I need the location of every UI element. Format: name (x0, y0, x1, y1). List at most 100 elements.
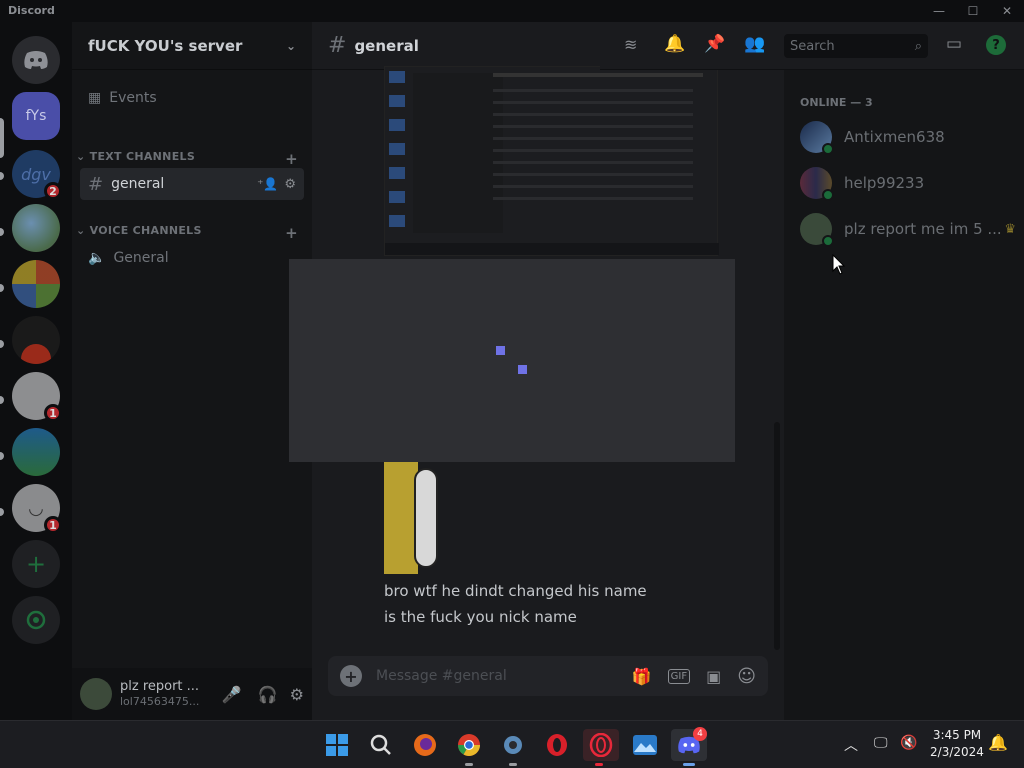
member-item[interactable]: Antixmen638 (800, 116, 1016, 158)
member-item[interactable]: help99233 (800, 162, 1016, 204)
unread-pill (0, 396, 4, 404)
add-server-button[interactable]: + (12, 540, 60, 588)
username: lol74563475... (120, 695, 200, 708)
members-icon[interactable]: 👥 (744, 34, 765, 54)
opera-icon (547, 734, 567, 756)
windows-icon (326, 734, 348, 756)
category-label: VOICE CHANNELS (89, 224, 202, 237)
help-icon[interactable]: ? (986, 35, 1006, 55)
photos-app[interactable] (629, 729, 661, 761)
avatar (800, 167, 834, 201)
member-name: Antixmen638 (844, 128, 945, 146)
server-icon-3[interactable] (12, 204, 60, 252)
user-panel: plz report ... lol74563475... 🎤 🎧 ⚙ (72, 668, 312, 720)
avatar[interactable] (80, 678, 112, 710)
avatar (800, 121, 834, 155)
firefox-app[interactable] (409, 729, 441, 761)
unread-pill (0, 228, 4, 236)
member-name: plz report me im 5 ... (844, 220, 1002, 238)
sticker-icon[interactable]: ▣ (706, 667, 721, 686)
running-indicator (595, 763, 603, 766)
server-header[interactable]: fUCK YOU's server ⌄ (72, 22, 312, 70)
chevron-up-icon[interactable]: ︿ (844, 735, 858, 755)
chevron-icon: ⌄ (76, 224, 90, 237)
headphones-icon[interactable]: 🎧 (258, 685, 278, 704)
gear-icon[interactable]: ⚙ (284, 177, 296, 192)
running-indicator (509, 763, 517, 766)
pin-icon[interactable]: 📌 (704, 34, 725, 54)
server-icon-4[interactable] (12, 260, 60, 308)
member-list: ONLINE — 3 Antixmen638 help99233 plz rep… (784, 70, 1024, 720)
message-image[interactable] (384, 66, 719, 256)
start-button[interactable] (321, 729, 353, 761)
member-name: help99233 (844, 174, 925, 192)
threads-icon[interactable]: ≋ (624, 35, 637, 54)
opera-gx-app[interactable] (583, 729, 619, 766)
header-toolbar: ≋ 🔔 📌 👥 Search ⌕ ▭ ? (600, 22, 1024, 70)
loading-modal (289, 259, 735, 462)
opera-app[interactable] (541, 729, 573, 761)
server-icon-8[interactable]: ◡ 1 (12, 484, 62, 534)
bell-icon[interactable]: 🔔 (664, 34, 685, 54)
add-channel-icon[interactable]: + (285, 150, 298, 168)
search-input[interactable]: Search ⌕ (784, 34, 928, 58)
scrollbar[interactable] (774, 422, 780, 650)
gif-icon[interactable]: GIF (667, 668, 691, 684)
selected-indicator (0, 118, 4, 158)
message-image-2[interactable] (384, 462, 444, 574)
opera-gx-icon (589, 733, 613, 757)
voice-category[interactable]: ⌄ VOICE CHANNELS + (76, 224, 308, 242)
discover-button[interactable] (12, 596, 60, 644)
gear-icon[interactable]: ⚙ (290, 685, 304, 704)
message-input[interactable]: Message #general (376, 668, 624, 684)
close-button[interactable]: ✕ (990, 0, 1024, 22)
events-link[interactable]: ▦ Events (80, 82, 304, 114)
maximize-button[interactable]: ☐ (956, 0, 990, 22)
discord-logo-icon (24, 51, 48, 69)
home-button[interactable] (12, 36, 60, 84)
hash-icon: # (88, 173, 104, 195)
gear-icon (504, 736, 522, 754)
add-attachment-icon[interactable]: + (340, 665, 362, 687)
app-title: Discord (8, 4, 55, 17)
server-icon-6[interactable]: 1 (12, 372, 62, 422)
message-text: is the fuck you nick name (384, 608, 577, 626)
mention-badge: 1 (44, 516, 62, 534)
hash-icon: # (328, 33, 347, 58)
title-bar: Discord — ☐ ✕ (0, 0, 1024, 22)
firefox-icon (414, 734, 436, 756)
chrome-app[interactable] (453, 729, 485, 766)
speaker-icon: 🔈 (88, 250, 106, 266)
member-item[interactable]: plz report me im 5 ... ♛ (800, 208, 1016, 250)
notification-bell-icon[interactable]: 🔔 (988, 733, 1008, 752)
message-text: bro wtf he dindt changed his name (384, 582, 647, 600)
server-icon-7[interactable] (12, 428, 60, 476)
clock[interactable]: 3:45 PM 2/3/2024 (926, 727, 988, 761)
settings-app[interactable] (497, 729, 529, 766)
inbox-icon[interactable]: ▭ (946, 34, 962, 54)
crown-icon: ♛ (1004, 221, 1016, 237)
add-channel-icon[interactable]: + (285, 224, 298, 242)
server-icon-fys[interactable]: fYs (12, 92, 60, 140)
search-taskbar-button[interactable] (365, 729, 397, 761)
channel-general[interactable]: # general ⁺👤 ⚙ (80, 168, 304, 200)
chevron-down-icon: ⌄ (285, 38, 296, 53)
microphone-icon[interactable]: 🎤 (222, 685, 242, 704)
server-icon-dgv[interactable]: dgv 2 (12, 150, 62, 200)
notification-badge: 4 (693, 727, 707, 741)
invite-icon[interactable]: ⁺👤 (257, 177, 278, 191)
chevron-icon: ⌄ (76, 150, 90, 163)
volume-muted-icon[interactable]: 🔇 (900, 735, 917, 751)
mention-badge: 1 (44, 404, 62, 422)
emoji-icon[interactable]: ☺ (737, 666, 756, 687)
discord-app[interactable]: 4 (671, 727, 707, 766)
minimize-button[interactable]: — (922, 0, 956, 22)
channel-label: General (113, 250, 169, 266)
search-placeholder: Search (790, 38, 835, 54)
voice-channel-general[interactable]: 🔈 General (80, 242, 304, 274)
text-category[interactable]: ⌄ TEXT CHANNELS + (76, 150, 308, 168)
search-icon (370, 734, 391, 755)
gift-icon[interactable]: 🎁 (632, 667, 652, 686)
server-icon-5[interactable] (12, 316, 60, 364)
network-icon[interactable]: 🖵 (874, 735, 888, 751)
